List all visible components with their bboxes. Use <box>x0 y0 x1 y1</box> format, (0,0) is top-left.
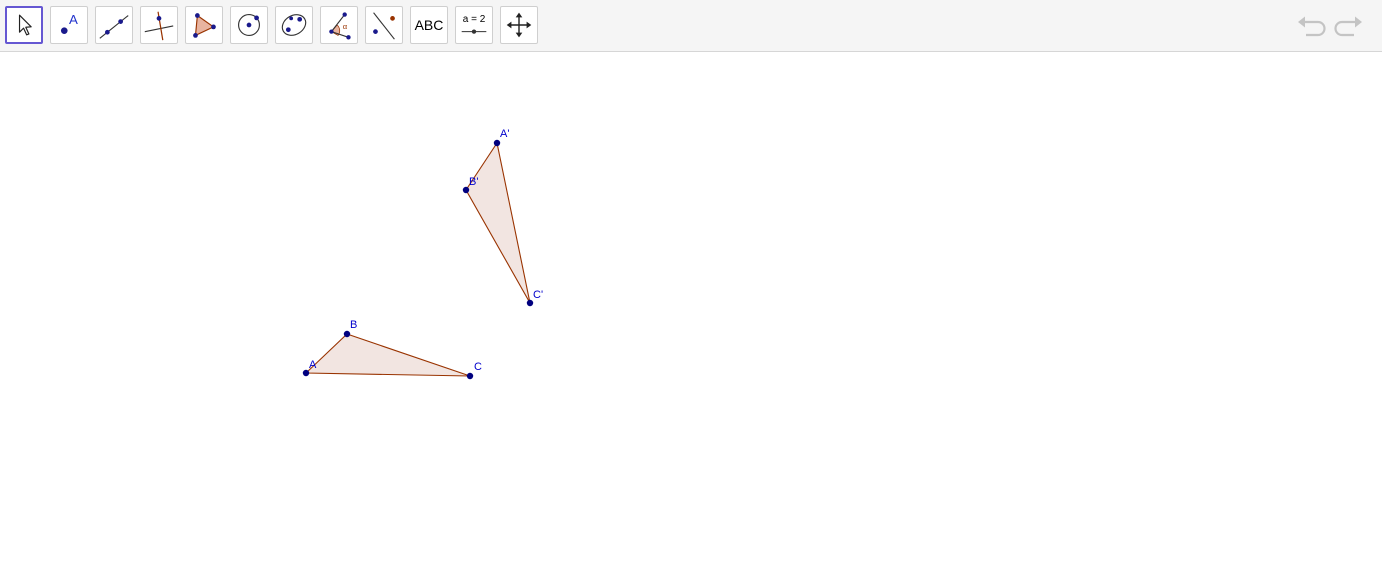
text-tool-button[interactable]: ABC <box>410 6 448 44</box>
move-tool-button[interactable] <box>5 6 43 44</box>
redo-icon <box>1334 16 1362 37</box>
line-tool-button[interactable] <box>95 6 133 44</box>
circle-tool-button[interactable] <box>230 6 268 44</box>
move-graphics-view-tool-button[interactable] <box>500 6 538 44</box>
point-a-label: A <box>309 359 317 371</box>
undo-button[interactable] <box>1295 12 1327 40</box>
slider-icon <box>461 29 487 34</box>
move-arrows-icon <box>506 12 532 38</box>
geogebra-app: A α ABC a = 2 A B C A' B' C' <box>0 0 1382 582</box>
line-icon <box>99 15 129 39</box>
triangle-a-prime-b-prime-c-prime[interactable] <box>465 141 531 304</box>
reflect-icon <box>373 12 395 40</box>
point-c-prime-label: C' <box>533 289 543 301</box>
undo-icon <box>1298 16 1326 37</box>
point-tool-label: A <box>69 12 78 27</box>
point-c[interactable] <box>466 372 474 380</box>
point-a-prime-label: A' <box>500 128 509 140</box>
angle-tool-button[interactable]: α <box>320 6 358 44</box>
angle-tool-label: α <box>343 22 348 31</box>
ellipse-icon <box>281 14 307 36</box>
perpendicular-line-tool-button[interactable] <box>140 6 178 44</box>
angle-icon: α <box>329 12 351 40</box>
triangle-abc[interactable] <box>304 333 471 377</box>
point-b-prime-label: B' <box>469 176 478 188</box>
polygon-icon <box>193 13 216 38</box>
point-c-label: C <box>474 361 482 373</box>
redo-button[interactable] <box>1333 12 1365 40</box>
toolbar: A α ABC a = 2 <box>0 0 1382 52</box>
text-tool-label: ABC <box>414 17 444 33</box>
circle-icon <box>238 14 260 36</box>
point-a-prime[interactable] <box>493 139 501 147</box>
polygon-tool-button[interactable] <box>185 6 223 44</box>
ellipse-tool-button[interactable] <box>275 6 313 44</box>
cursor-arrow-icon <box>18 14 32 36</box>
slider-tool-button[interactable]: a = 2 <box>455 6 493 44</box>
point-icon: A <box>60 12 78 34</box>
perpendicular-line-icon <box>144 11 174 41</box>
point-b-label: B <box>350 319 357 331</box>
point-b[interactable] <box>343 330 351 338</box>
point-tool-button[interactable]: A <box>50 6 88 44</box>
reflect-tool-button[interactable] <box>365 6 403 44</box>
graphics-view[interactable]: A B C A' B' C' <box>0 53 1382 582</box>
